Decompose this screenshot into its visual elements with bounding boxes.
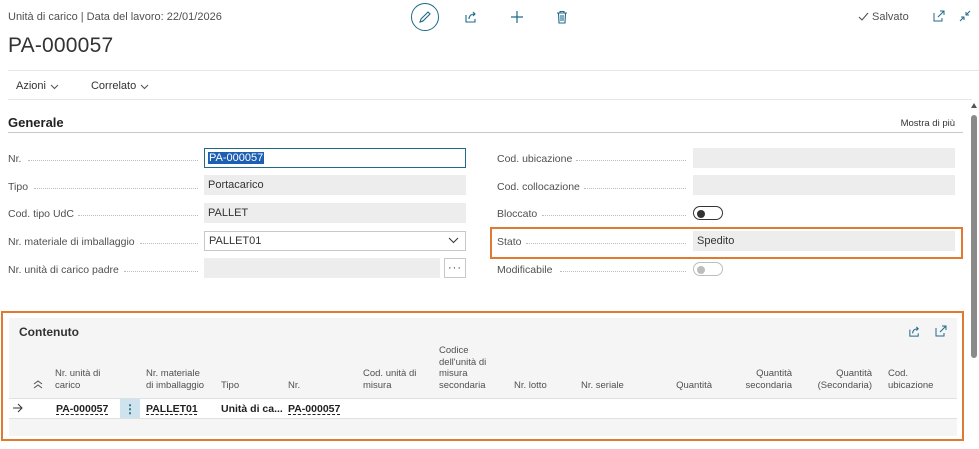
pencil-icon <box>419 11 431 23</box>
collapse-icon <box>959 10 971 22</box>
field-leader <box>584 188 686 189</box>
section-title-generale[interactable]: Generale <box>8 115 64 130</box>
scroll-thumb[interactable] <box>971 115 977 358</box>
tipo-field: Portacarico <box>204 175 466 195</box>
menu-azioni[interactable]: Azioni <box>8 77 67 95</box>
field-leader <box>576 160 686 161</box>
action-bar: Azioni Correlato <box>8 77 157 95</box>
chevron-down-icon <box>448 237 459 244</box>
page-caption: Unità di carico | Data del lavoro: 22/01… <box>8 11 222 23</box>
contenuto-highlight <box>1 311 964 441</box>
share-icon <box>465 11 476 23</box>
record-title: PA-000057 <box>8 34 114 57</box>
chevron-down-icon <box>50 84 59 89</box>
field-label-padre: Nr. unità di carico padre <box>8 264 119 276</box>
field-label-cod-tipo: Cod. tipo UdC <box>8 208 74 220</box>
field-leader <box>124 271 198 272</box>
stato-highlight <box>490 227 963 259</box>
field-leader <box>140 243 198 244</box>
action-divider <box>8 99 972 100</box>
nr-input[interactable]: PA-000057 <box>204 148 466 168</box>
field-label-materiale: Nr. materiale di imballaggio <box>8 236 135 248</box>
field-label-collocazione: Cod. collocazione <box>497 181 580 193</box>
field-label-bloccato: Bloccato <box>497 208 538 220</box>
field-label-modificabile: Modificabile <box>497 264 553 276</box>
menu-correlato[interactable]: Correlato <box>83 77 157 95</box>
nr-value: PA-000057 <box>208 152 265 164</box>
toggle-knob <box>697 209 705 218</box>
saved-status: Salvato <box>858 11 909 23</box>
plus-icon <box>511 11 523 23</box>
menu-correlato-label: Correlato <box>90 80 137 92</box>
trash-icon <box>557 10 567 24</box>
edit-button[interactable] <box>411 3 439 31</box>
ubicazione-field <box>693 148 955 168</box>
saved-label: Salvato <box>872 11 909 23</box>
section-divider <box>8 132 963 133</box>
field-label-nr: Nr. <box>8 153 22 165</box>
scroll-up-arrow-icon[interactable] <box>971 103 977 108</box>
field-leader <box>542 215 686 216</box>
field-leader <box>28 160 198 161</box>
show-more-link[interactable]: Mostra di più <box>901 118 955 129</box>
field-leader <box>34 188 198 189</box>
field-label-tipo: Tipo <box>8 181 29 193</box>
collapse-button[interactable] <box>957 8 973 24</box>
delete-button[interactable] <box>552 7 572 27</box>
check-icon <box>858 12 869 21</box>
collocazione-field <box>693 175 955 195</box>
toggle-knob <box>697 265 705 274</box>
bloccato-toggle[interactable] <box>693 206 723 220</box>
modificabile-toggle <box>693 262 723 276</box>
cod-tipo-field: PALLET <box>204 203 466 223</box>
open-new-window-button[interactable] <box>931 8 947 24</box>
materiale-select[interactable]: PALLET01 <box>204 231 466 251</box>
share-button[interactable] <box>461 7 481 27</box>
menu-azioni-label: Azioni <box>16 80 46 92</box>
field-leader <box>78 215 198 216</box>
page-scrollbar[interactable] <box>969 101 979 449</box>
field-leader <box>560 271 686 272</box>
lookup-button[interactable]: ··· <box>444 258 466 278</box>
field-label-ubicazione: Cod. ubicazione <box>497 153 573 165</box>
header-divider <box>8 70 979 71</box>
page-header: Unità di carico | Data del lavoro: 22/01… <box>0 0 979 70</box>
chevron-down-icon <box>140 84 149 89</box>
padre-field[interactable] <box>204 258 440 278</box>
materiale-value: PALLET01 <box>209 235 262 247</box>
popout-icon <box>933 10 945 22</box>
new-button[interactable] <box>507 7 527 27</box>
